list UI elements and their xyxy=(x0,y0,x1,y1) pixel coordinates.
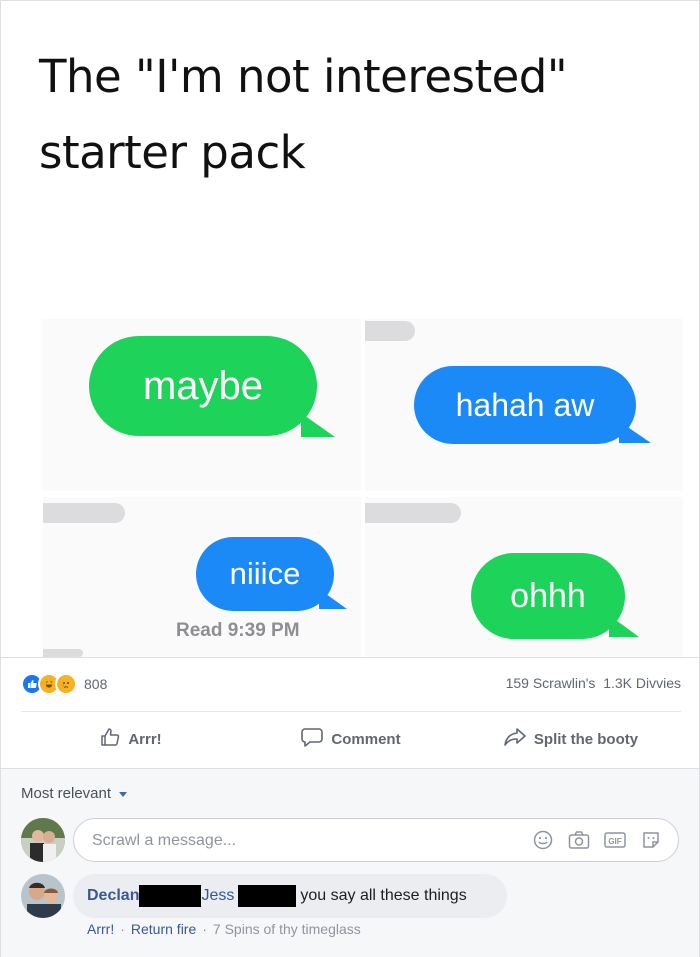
caret-down-icon xyxy=(119,791,128,797)
thumbs-up-icon xyxy=(100,727,120,751)
message-stub xyxy=(365,503,461,523)
message-stub xyxy=(43,503,125,523)
comment-meta: Arrr! · Return fire · 7 Spins of thy tim… xyxy=(87,921,361,937)
redaction-bar xyxy=(238,885,297,907)
reaction-count: 808 xyxy=(84,676,108,692)
reaction-summary[interactable]: 808 xyxy=(21,673,107,695)
gif-icon[interactable]: GIF xyxy=(604,829,626,851)
comment-author[interactable]: Declan xyxy=(87,887,139,905)
comment-reply-link[interactable]: Return fire xyxy=(131,921,196,937)
sort-label: Most relevant xyxy=(21,785,112,802)
current-user-avatar[interactable] xyxy=(21,818,65,862)
smiley-icon[interactable] xyxy=(532,829,554,851)
comment-label: Comment xyxy=(331,730,401,748)
bubble-tail xyxy=(609,615,639,637)
post-title: The "I'm not interested" starter pack xyxy=(39,39,568,191)
composer-icons: GIF xyxy=(532,829,662,851)
comment-share-counts: 159 Scrawlin's 1.3K Divvies xyxy=(506,675,681,691)
bubble-maybe: maybe xyxy=(89,336,317,436)
redaction-bar xyxy=(139,885,202,907)
like-button[interactable]: Arrr! xyxy=(21,717,241,761)
commenter-avatar[interactable] xyxy=(21,874,65,918)
post-card: The "I'm not interested" starter pack ma… xyxy=(0,0,700,957)
comment-button[interactable]: Comment xyxy=(241,717,461,761)
separator-dot: · xyxy=(202,921,207,937)
comments-count[interactable]: 159 Scrawlin's xyxy=(506,675,596,691)
stats-divider xyxy=(21,711,681,712)
bubble-hahah-aw: hahah aw xyxy=(414,366,636,444)
message-stub xyxy=(43,649,83,657)
comment-timestamp[interactable]: 7 Spins of thy timeglass xyxy=(213,921,361,937)
svg-text:GIF: GIF xyxy=(608,837,621,846)
share-arrow-icon xyxy=(504,728,526,750)
sort-dropdown[interactable]: Most relevant xyxy=(21,785,128,802)
action-bar: Arrr! Comment Split the booty xyxy=(21,717,681,761)
bubble-tail xyxy=(319,589,347,609)
speech-bubble-icon xyxy=(301,727,324,751)
reaction-stats: 808 159 Scrawlin's 1.3K Divvies xyxy=(21,673,681,697)
comment-input[interactable] xyxy=(90,827,514,855)
comment-bubble: Declan Jess you say all these things xyxy=(73,874,507,918)
shares-count[interactable]: 1.3K Divvies xyxy=(603,675,681,691)
separator-dot: · xyxy=(120,921,125,937)
message-stub xyxy=(365,321,415,341)
bubble-tail xyxy=(619,421,651,443)
comment-text: you say all these things xyxy=(300,887,467,904)
sad-reaction-icon xyxy=(55,673,77,695)
title-line-1: The "I'm not interested" xyxy=(39,50,568,103)
share-label: Split the booty xyxy=(533,730,639,748)
title-line-2: starter pack xyxy=(39,126,306,179)
bubble-ohhh: ohhh xyxy=(471,553,625,639)
bubble-tail xyxy=(301,413,335,437)
image-divider xyxy=(1,657,699,658)
share-button[interactable]: Split the booty xyxy=(461,717,681,761)
tagged-user[interactable]: Jess xyxy=(201,887,234,905)
bubble-niiice: niiice xyxy=(196,537,334,611)
comment-composer[interactable]: GIF xyxy=(73,818,679,862)
like-label: Arrr! xyxy=(128,730,162,748)
sticker-icon[interactable] xyxy=(640,829,662,851)
read-receipt: Read 9:39 PM xyxy=(176,620,300,641)
camera-icon[interactable] xyxy=(568,829,590,851)
comment-like-link[interactable]: Arrr! xyxy=(87,921,114,937)
